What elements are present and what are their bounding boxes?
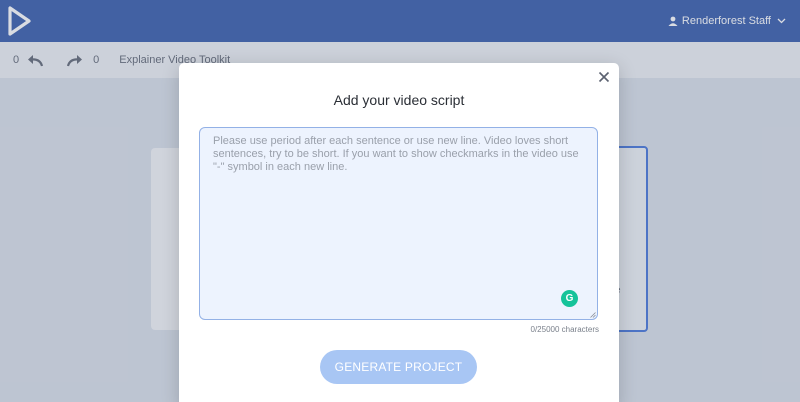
script-modal: Add your video script G 0/25000 characte… <box>179 63 619 402</box>
resize-handle-icon[interactable] <box>590 312 596 318</box>
character-counter: 0/25000 characters <box>530 325 600 334</box>
grammarly-icon[interactable]: G <box>561 290 578 307</box>
modal-title: Add your video script <box>333 92 465 108</box>
generate-project-button[interactable]: GENERATE PROJECT <box>320 350 477 384</box>
video-script-textarea[interactable] <box>199 127 598 320</box>
close-icon[interactable] <box>598 71 610 83</box>
